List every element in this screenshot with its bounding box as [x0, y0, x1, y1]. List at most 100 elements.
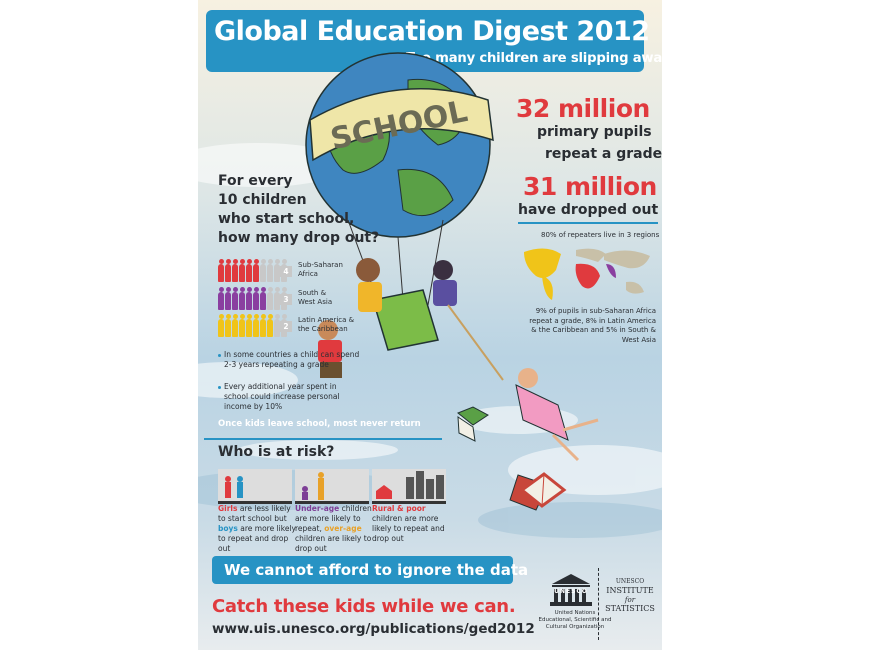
risk-rural-card — [372, 469, 446, 504]
child-dropout-icon — [267, 287, 273, 310]
stat-dropouts-text: have dropped out — [518, 202, 659, 218]
child-in-school-icon — [225, 259, 231, 282]
map-caption: 80% of repeaters live in 3 regions — [541, 231, 660, 239]
region-label-line2: West Asia — [298, 298, 333, 306]
bullet-icon — [218, 386, 221, 389]
dropout-question-line2: 10 children — [218, 192, 307, 208]
risk-rural-text: Rural & poor children are more likely to… — [372, 504, 445, 544]
risk-gender-line1: Girls are less likely — [218, 504, 296, 514]
child-in-school-icon — [239, 314, 245, 337]
under-age-word: Under-age — [295, 504, 340, 513]
region-label: Latin America & the Caribbean — [298, 316, 354, 334]
child-in-school-icon — [232, 259, 238, 282]
map-note-line3: & the Caribbean and 5% in South & — [531, 326, 656, 334]
stat-dropouts-value: 31 million — [523, 172, 657, 201]
girls-word: Girls — [218, 504, 238, 513]
cta-banner: We cannot afford to ignore the data — [212, 556, 528, 584]
child-in-school-icon — [246, 314, 252, 337]
rural-city-icon — [376, 471, 444, 499]
risk-gender-card — [218, 469, 292, 504]
bullet-income: Every additional year spent in school co… — [224, 382, 340, 412]
risk-age-line2: are more likely to — [295, 514, 361, 523]
risk-gender-text: Girls are less likely to start school bu… — [218, 504, 296, 554]
child-in-school-icon — [239, 259, 245, 282]
risk-rural-line4: drop out — [372, 534, 404, 543]
region-label-line1: Latin America & — [298, 316, 355, 324]
child-dropout-icon — [267, 259, 273, 282]
risk-gender-line5: out — [218, 544, 231, 553]
region-label: Sub-Saharan Africa — [298, 261, 343, 279]
risk-title: Who is at risk? — [218, 444, 335, 460]
over-age-word: over-age — [324, 524, 362, 533]
child-in-school-icon — [225, 314, 231, 337]
uis-line2: INSTITUTE — [606, 586, 654, 595]
divider — [204, 438, 442, 440]
girl-boy-icon — [225, 476, 243, 498]
uis-logo: UNESCO INSTITUTE for STATISTICS — [600, 578, 660, 614]
catch-slogan: Catch these kids while we can. — [212, 596, 516, 617]
risk-gender-line3: boys are more likely — [218, 524, 296, 534]
region-label-line1: South & — [298, 289, 327, 297]
bullet-icon — [218, 354, 221, 357]
region-label-line2: Africa — [298, 270, 318, 278]
risk-rural-line3: likely to repeat and — [372, 524, 445, 533]
bullet-repeating-line1: In some countries a child can spend — [224, 350, 360, 359]
bullet-repeating-line2: 2-3 years repeating a grade — [224, 360, 329, 369]
dropout-question-line4: how many drop out? — [218, 230, 380, 246]
risk-rural-line2: children are more — [372, 514, 439, 523]
world-map — [524, 248, 650, 300]
risk-age-line1-text: children — [339, 504, 372, 513]
bullet-income-line3: income by 10% — [224, 402, 283, 411]
map-note-line1: 9% of pupils in sub-Saharan Africa — [535, 307, 656, 315]
infographic-poster: Global Education Digest 2012 Too many ch… — [198, 0, 662, 650]
publication-url[interactable]: www.uis.unesco.org/publications/ged2012 — [212, 621, 535, 637]
risk-age-line3-text: repeat, — [295, 524, 325, 533]
risk-age-line1: Under-age children — [295, 504, 372, 514]
child-in-school-icon — [239, 287, 245, 310]
child-in-school-icon — [218, 314, 224, 337]
dropout-question: For every 10 children who start school, … — [218, 172, 379, 248]
dropout-count: 2 — [280, 321, 292, 332]
age-figures-icon — [302, 472, 324, 500]
red-book-icon — [519, 472, 567, 508]
dropout-question-line1: For every — [218, 173, 293, 189]
child-in-school-icon — [267, 314, 273, 337]
map-note-line2: repeat a grade, 8% in Latin America — [529, 316, 656, 325]
dropout-count: 3 — [280, 294, 292, 305]
child-in-school-icon — [225, 287, 231, 310]
region-label-line2: the Caribbean — [298, 325, 348, 333]
child-in-school-icon — [232, 287, 238, 310]
bullet-repeating: In some countries a child can spend 2-3 … — [224, 350, 359, 370]
risk-gender-line1-text: are less likely — [237, 504, 291, 513]
child-dropout-icon — [260, 259, 266, 282]
uis-line3: for — [624, 596, 636, 604]
child-in-school-icon — [232, 314, 238, 337]
divider — [518, 222, 658, 224]
risk-gender-line3-text: are more likely — [237, 524, 296, 533]
bullet-income-line1: Every additional year spent in — [224, 382, 337, 391]
stat-repeaters-value: 32 million — [516, 94, 650, 123]
rural-poor-word: Rural & poor — [372, 504, 426, 513]
risk-age-line4: children are likely to — [295, 534, 372, 543]
boys-word: boys — [218, 524, 238, 533]
dropout-question-line3: who start school, — [218, 211, 355, 227]
risk-age-line5: drop out — [295, 544, 327, 553]
stat-repeaters-line2: repeat a grade — [545, 146, 662, 162]
org-line2: Educational, Scientific and — [538, 617, 612, 623]
stat-repeaters-line1: primary pupils — [537, 124, 652, 140]
child-in-school-icon — [253, 314, 259, 337]
child-in-school-icon — [218, 287, 224, 310]
bullet-income-line2: school could increase personal — [224, 392, 340, 401]
dropout-footer: Once kids leave school, most never retur… — [218, 419, 421, 429]
poster-title: Global Education Digest 2012 — [214, 16, 650, 47]
region-label: South & West Asia — [298, 289, 332, 307]
risk-gender-line2: to start school but — [218, 514, 287, 523]
child-in-school-icon — [218, 259, 224, 282]
child-in-school-icon — [253, 287, 259, 310]
child-in-school-icon — [246, 287, 252, 310]
risk-gender-line4: to repeat and drop — [218, 534, 289, 543]
unesco-word: UNESCO — [554, 588, 588, 595]
org-line3: Cultural Organization — [545, 624, 605, 630]
risk-age-line3: repeat, over-age — [295, 524, 372, 534]
uis-line4: STATISTICS — [605, 604, 655, 613]
